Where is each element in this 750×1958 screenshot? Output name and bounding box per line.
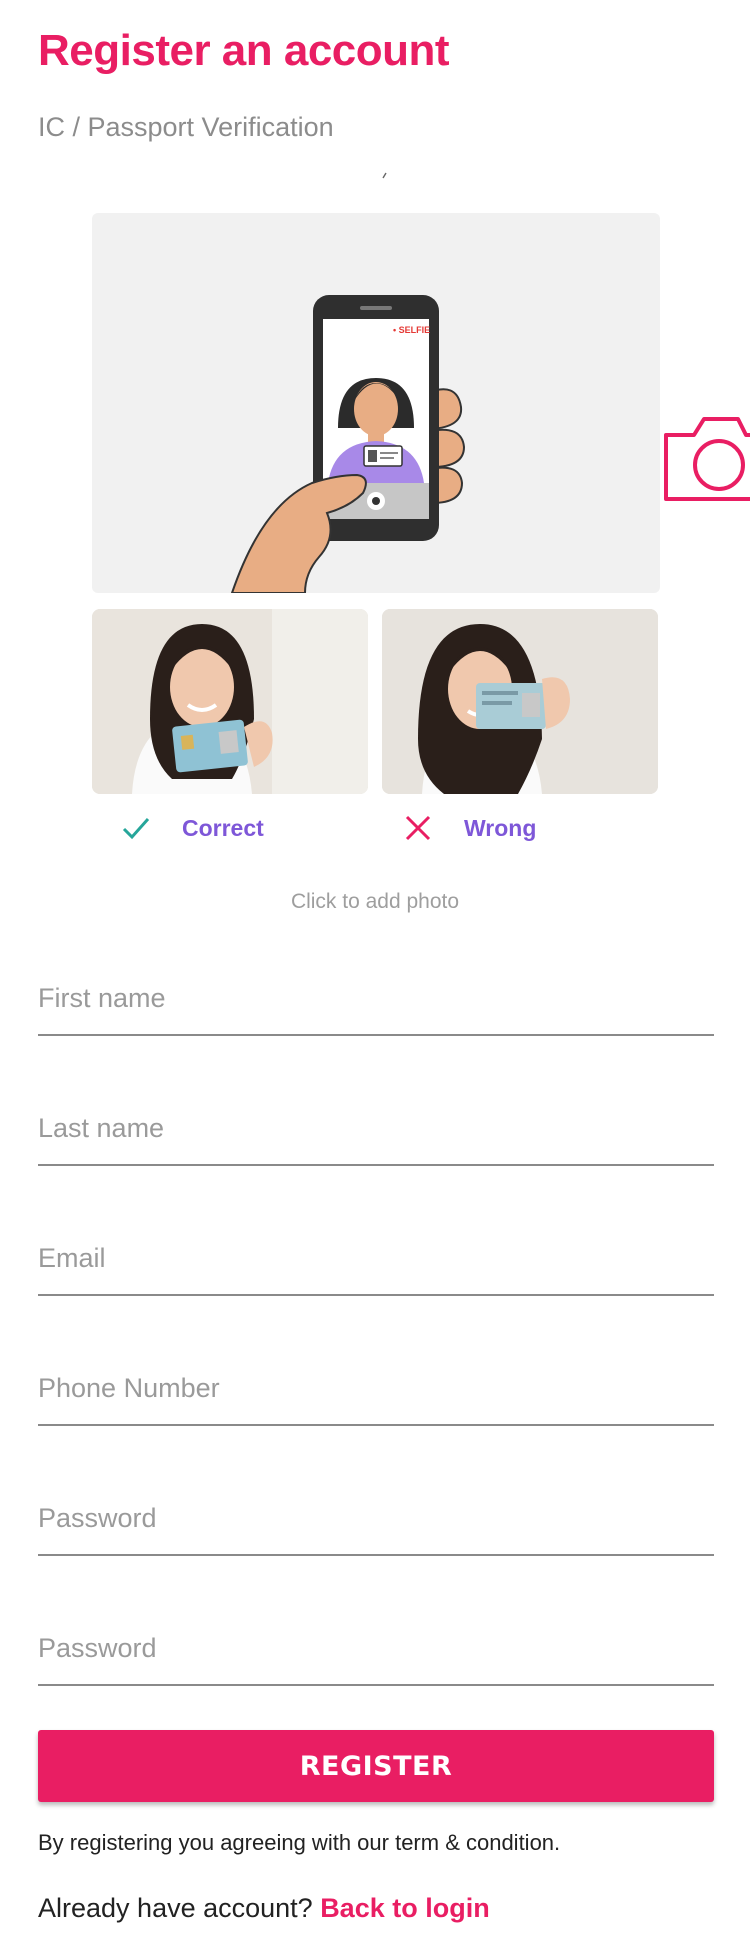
correct-label: Correct (182, 814, 264, 841)
page-subtitle: IC / Passport Verification (38, 112, 334, 142)
register-button[interactable]: REGISTER (38, 1730, 714, 1802)
wrong-label: Wrong (464, 814, 537, 841)
phone-field (38, 1354, 714, 1426)
email-field (38, 1224, 714, 1296)
cross-icon (405, 815, 431, 841)
confirm-password-field (38, 1614, 714, 1686)
camera-icon[interactable] (660, 411, 750, 503)
id-photo-upload[interactable]: • SELFIE (92, 213, 750, 593)
add-photo-hint[interactable]: Click to add photo (0, 890, 750, 914)
phone-input[interactable] (38, 1373, 714, 1404)
check-icon (122, 818, 150, 840)
wrong-indicator: Wrong (402, 812, 536, 844)
first-name-input[interactable] (38, 983, 714, 1014)
email-input[interactable] (38, 1243, 714, 1274)
selfie-illustration: • SELFIE (92, 213, 660, 593)
password-input[interactable] (38, 1503, 714, 1534)
selfie-badge: • SELFIE (393, 325, 430, 335)
back-to-login-link[interactable]: Back to login (320, 1893, 490, 1923)
login-prompt: Already have account? (38, 1893, 321, 1923)
terms-text: By registering you agreeing with our ter… (38, 1830, 561, 1855)
correct-example-photo (92, 609, 368, 794)
wrong-example-photo (382, 609, 658, 794)
first-name-field (38, 964, 714, 1036)
confirm-password-input[interactable] (38, 1633, 714, 1664)
password-field (38, 1484, 714, 1556)
page-title: Register an account (38, 26, 450, 75)
last-name-input[interactable] (38, 1113, 714, 1144)
correct-indicator: Correct (120, 812, 264, 844)
decorative-tick (382, 172, 387, 179)
login-prompt-row: Already have account? Back to login (38, 1893, 490, 1924)
last-name-field (38, 1094, 714, 1166)
